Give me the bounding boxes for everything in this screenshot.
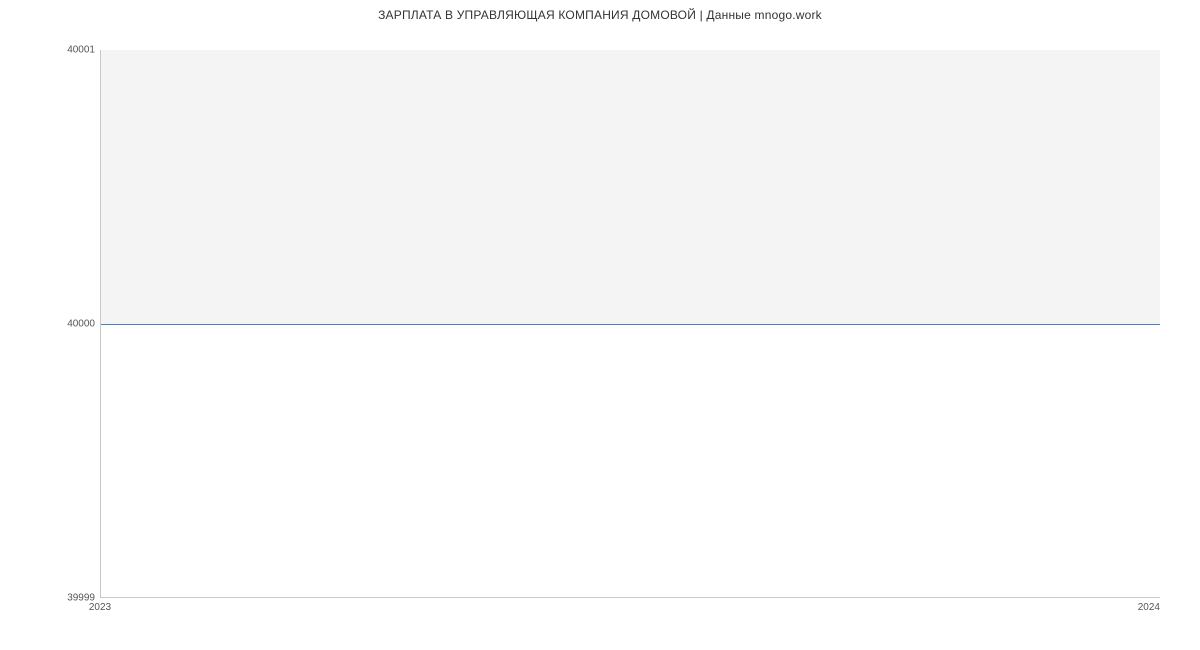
salary-chart: ЗАРПЛАТА В УПРАВЛЯЮЩАЯ КОМПАНИЯ ДОМОВОЙ …: [0, 0, 1200, 650]
chart-title: ЗАРПЛАТА В УПРАВЛЯЮЩАЯ КОМПАНИЯ ДОМОВОЙ …: [0, 8, 1200, 22]
y-tick-bottom: 39999: [5, 593, 95, 604]
y-tick-top: 40001: [5, 45, 95, 56]
x-tick-right: 2024: [1138, 602, 1160, 613]
x-tick-left: 2023: [89, 602, 111, 613]
plot-area: [100, 50, 1160, 598]
y-tick-mid: 40000: [5, 319, 95, 330]
series-line: [101, 324, 1160, 325]
series-area-fill: [101, 50, 1160, 324]
